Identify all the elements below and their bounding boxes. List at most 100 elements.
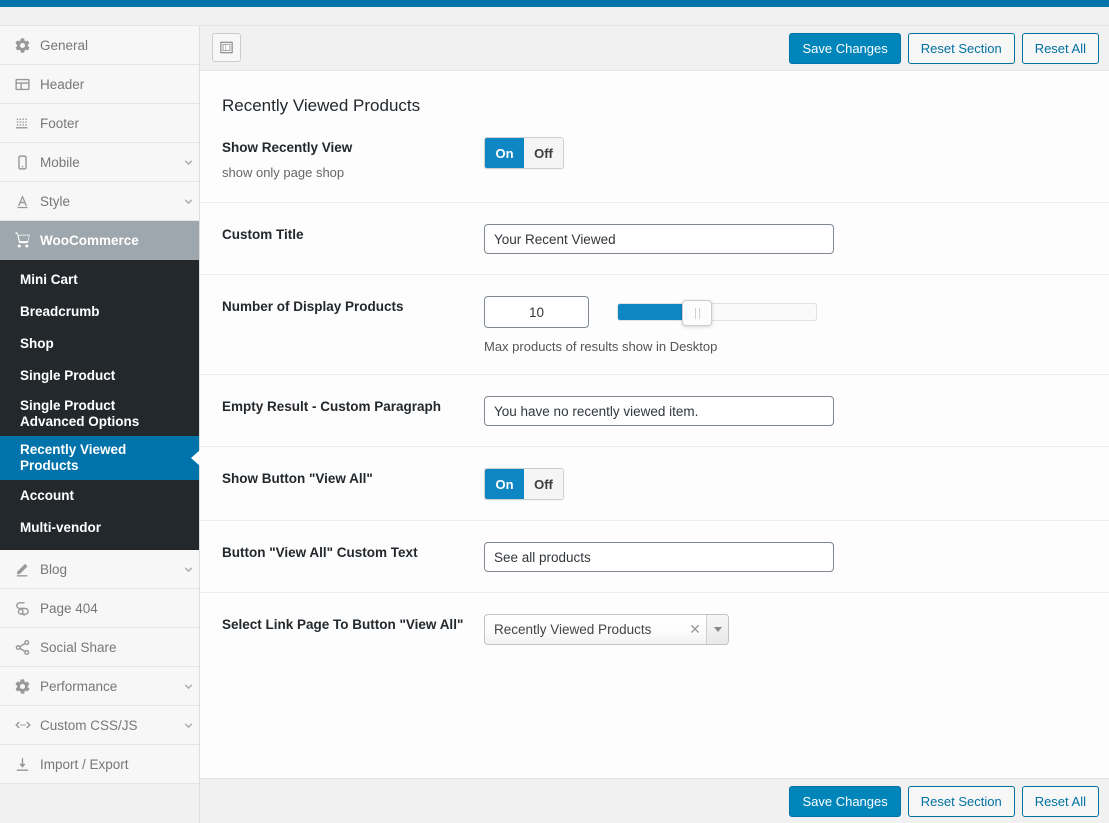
submenu-item-label: Single Product Advanced Options	[20, 398, 140, 429]
field-label: Show Button "View All"	[222, 468, 484, 500]
options-sidebar: General Header Footer Mobile Style WooCo…	[0, 26, 200, 823]
sidebar-item-page-404[interactable]: Page 404	[0, 589, 199, 628]
slider-handle[interactable]	[682, 300, 712, 326]
sidebar-item-label: Import / Export	[40, 756, 129, 772]
field-show-button-view-all: Show Button "View All" On Off	[200, 447, 1109, 521]
sidebar-item-label: Social Share	[40, 639, 117, 655]
gear-icon	[14, 35, 40, 55]
submenu-item-recently-viewed-products[interactable]: Recently Viewed Products	[0, 436, 200, 480]
sidebar-item-label: Page 404	[40, 600, 98, 616]
toggle-off-label[interactable]: Off	[524, 138, 563, 168]
chevron-down-icon	[177, 719, 199, 732]
number-of-products-input[interactable]	[484, 296, 589, 328]
save-changes-button[interactable]: Save Changes	[789, 33, 901, 64]
options-main: Save Changes Reset Section Reset All Rec…	[200, 26, 1109, 823]
sidebar-item-import-export[interactable]: Import / Export	[0, 745, 199, 784]
header-icon	[14, 74, 40, 94]
field-control	[484, 224, 1087, 254]
mobile-icon	[14, 152, 40, 172]
sidebar-item-label: Blog	[40, 561, 68, 577]
submenu-item-label: Breadcrumb	[20, 304, 100, 319]
toolbar-buttons-top: Save Changes Reset Section Reset All	[789, 33, 1099, 64]
sidebar-item-label: Footer	[40, 115, 80, 131]
field-button-view-all-custom-text: Button "View All" Custom Text	[200, 521, 1109, 593]
footer-icon	[14, 113, 40, 133]
field-empty-result-custom-paragraph: Empty Result - Custom Paragraph	[200, 375, 1109, 447]
sidebar-item-mobile[interactable]: Mobile	[0, 143, 199, 182]
woocommerce-submenu: Mini Cart Breadcrumb Shop Single Product…	[0, 260, 200, 550]
page-title: Recently Viewed Products	[222, 96, 421, 115]
reset-section-button-bottom[interactable]: Reset Section	[907, 786, 1015, 817]
reset-section-button[interactable]: Reset Section	[907, 33, 1015, 64]
submenu-item-account[interactable]: Account	[0, 480, 199, 512]
field-custom-title: Custom Title	[200, 203, 1109, 275]
toggle-on-label[interactable]: On	[485, 469, 524, 499]
submenu-item-label: Shop	[20, 336, 54, 351]
share-icon	[14, 637, 40, 657]
sidebar-item-label: Performance	[40, 678, 118, 694]
empty-result-input[interactable]	[484, 396, 834, 426]
download-icon	[14, 754, 40, 774]
sidebar-item-social-share[interactable]: Social Share	[0, 628, 199, 667]
field-control: Recently Viewed Products ✕	[484, 614, 1087, 645]
toolbar-buttons-bottom: Save Changes Reset Section Reset All	[789, 786, 1099, 817]
submenu-item-label: Single Product	[20, 368, 116, 383]
field-label: Custom Title	[222, 224, 484, 254]
submenu-item-label: Account	[20, 488, 74, 503]
sidebar-item-label: WooCommerce	[40, 232, 139, 248]
page-search-icon	[14, 598, 40, 618]
sidebar-item-label: Header	[40, 76, 85, 92]
toggle-show-button-view-all[interactable]: On Off	[484, 468, 564, 500]
submenu-item-single-product[interactable]: Single Product	[0, 360, 199, 392]
field-description: Max products of results show in Desktop	[484, 339, 718, 354]
field-label-text: Show Recently View	[222, 140, 353, 155]
submenu-item-breadcrumb[interactable]: Breadcrumb	[0, 296, 199, 328]
slider-row	[484, 296, 1087, 328]
view-all-custom-text-input[interactable]	[484, 542, 834, 572]
toggle-show-recently-view[interactable]: On Off	[484, 137, 564, 169]
link-page-select[interactable]: Recently Viewed Products ✕	[484, 614, 729, 645]
submenu-item-multi-vendor[interactable]: Multi-vendor	[0, 512, 199, 544]
chevron-down-icon	[177, 680, 199, 693]
sidebar-item-general[interactable]: General	[0, 26, 199, 65]
sidebar-item-label: Style	[40, 193, 71, 209]
field-label-text: Show Button "View All"	[222, 471, 373, 486]
submenu-item-mini-cart[interactable]: Mini Cart	[0, 264, 199, 296]
sidebar-item-performance[interactable]: Performance	[0, 667, 199, 706]
handle-grip-line	[698, 307, 700, 319]
sidebar-item-blog[interactable]: Blog	[0, 550, 199, 589]
sidebar-item-label: Custom CSS/JS	[40, 717, 138, 733]
number-of-products-slider[interactable]	[617, 300, 817, 326]
reset-all-button[interactable]: Reset All	[1021, 33, 1099, 64]
toggle-on-label[interactable]: On	[485, 138, 524, 168]
typography-icon	[14, 191, 40, 211]
x-clear-icon[interactable]: ✕	[684, 615, 706, 644]
field-label: Select Link Page To Button "View All"	[222, 614, 484, 645]
sidebar-item-woocommerce[interactable]: WooCommerce	[0, 221, 199, 260]
field-number-of-display-products: Number of Display Products Max pro	[200, 275, 1109, 375]
chevron-down-icon[interactable]	[706, 615, 728, 644]
layout-panel-icon[interactable]	[212, 33, 241, 62]
chevron-down-icon	[177, 563, 199, 576]
sidebar-item-footer[interactable]: Footer	[0, 104, 199, 143]
sidebar-item-custom-css-js[interactable]: Custom CSS/JS	[0, 706, 199, 745]
submenu-item-shop[interactable]: Shop	[0, 328, 199, 360]
toolbar-top: Save Changes Reset Section Reset All	[200, 26, 1109, 71]
field-control: Max products of results show in Desktop	[484, 296, 1087, 354]
field-control: On Off	[484, 137, 1087, 182]
cart-icon	[14, 230, 40, 250]
reset-all-button-bottom[interactable]: Reset All	[1021, 786, 1099, 817]
sidebar-item-style[interactable]: Style	[0, 182, 199, 221]
submenu-item-single-product-advanced-options[interactable]: Single Product Advanced Options	[0, 392, 199, 436]
field-label-text: Button "View All" Custom Text	[222, 545, 418, 560]
sidebar-item-header[interactable]: Header	[0, 65, 199, 104]
field-control	[484, 542, 1087, 572]
field-label-text: Empty Result - Custom Paragraph	[222, 399, 442, 414]
field-control	[484, 396, 1087, 426]
custom-title-input[interactable]	[484, 224, 834, 254]
field-label-text: Number of Display Products	[222, 299, 404, 314]
handle-grip-line	[694, 307, 696, 319]
save-changes-button-bottom[interactable]: Save Changes	[789, 786, 901, 817]
gear-icon	[14, 676, 40, 696]
toggle-off-label[interactable]: Off	[524, 469, 563, 499]
